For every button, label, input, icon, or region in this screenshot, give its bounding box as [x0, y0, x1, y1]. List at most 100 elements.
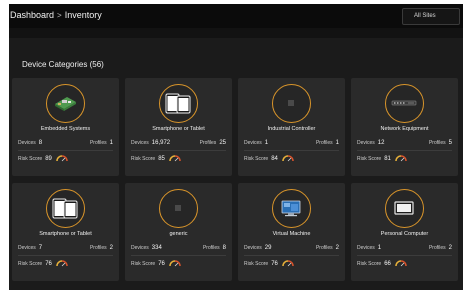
profiles-count: 8	[222, 245, 226, 251]
risk-score: 76	[158, 261, 165, 267]
profiles-stat: Profiles 25	[200, 140, 226, 146]
breadcrumb: Dashboard > Inventory	[10, 10, 102, 20]
tablet-icon	[165, 93, 191, 114]
category-icon-frame	[385, 189, 424, 228]
risk-score: 76	[45, 261, 52, 267]
risk-label: Risk Score	[357, 261, 382, 267]
risk-gauge-icon	[282, 260, 294, 267]
devices-label: Devices	[244, 245, 262, 251]
devices-count: 12	[377, 140, 385, 146]
devices-label: Devices	[357, 245, 375, 251]
devices-count: 334	[151, 245, 162, 251]
category-card-personal-computer[interactable]: Personal Computer Devices 1 Profiles 2 Ris…	[351, 183, 458, 281]
card-divider	[244, 150, 339, 151]
risk-gauge-icon	[56, 155, 68, 162]
category-icon-frame	[385, 84, 424, 123]
category-name: Personal Computer	[380, 231, 429, 237]
category-card-industrial-controller[interactable]: Industrial Controller Devices 1 Profiles 1…	[238, 78, 345, 176]
category-icon-frame	[46, 189, 85, 228]
risk-stat: Risk Score 84	[244, 156, 278, 162]
category-icon-frame	[46, 84, 85, 123]
profiles-stat: Profiles 5	[429, 140, 452, 146]
category-name: Smartphone or Tablet	[152, 126, 205, 132]
category-name: generic	[169, 231, 188, 237]
risk-stat: Risk Score 76	[131, 261, 165, 267]
risk-label: Risk Score	[244, 261, 269, 267]
profiles-count: 5	[448, 140, 452, 146]
risk-gauge-icon	[169, 155, 181, 162]
risk-gauge-icon	[395, 155, 407, 162]
devices-count: 29	[264, 245, 272, 251]
devices-stat: Devices 334	[131, 245, 162, 251]
risk-label: Risk Score	[18, 156, 43, 162]
risk-gauge-icon	[395, 260, 407, 267]
devices-stat: Devices 1	[357, 245, 381, 251]
risk-score: 76	[271, 261, 278, 267]
site-filter-select[interactable]: All Sites	[402, 8, 460, 25]
devices-stat: Devices 7	[18, 245, 42, 251]
breadcrumb-separator: >	[57, 11, 62, 20]
card-divider	[131, 255, 226, 256]
category-card-smartphone-or-tablet-2[interactable]: Smartphone or Tablet Devices 7 Profiles 2 …	[12, 183, 119, 281]
placeholder-icon	[175, 205, 181, 211]
risk-label: Risk Score	[131, 156, 156, 162]
card-divider	[244, 255, 339, 256]
profiles-count: 2	[335, 245, 339, 251]
breadcrumb-inventory: Inventory	[64, 10, 102, 20]
devices-stat: Devices 29	[244, 245, 271, 251]
profiles-label: Profiles	[315, 140, 333, 146]
inventory-app: Dashboard > Inventory All Sites Device Cat…	[9, 4, 463, 290]
profiles-label: Profiles	[89, 140, 107, 146]
risk-gauge-icon	[169, 260, 181, 267]
devices-label: Devices	[244, 140, 262, 146]
devices-count: 1	[377, 245, 382, 251]
profiles-count: 1	[109, 140, 113, 146]
top-bar: Dashboard > Inventory All Sites	[9, 4, 463, 28]
devices-count: 16,972	[151, 140, 171, 146]
category-icon-frame	[272, 189, 311, 228]
risk-score: 66	[384, 261, 391, 267]
risk-label: Risk Score	[244, 156, 269, 162]
circuit-board-icon	[55, 97, 76, 111]
profiles-label: Profiles	[199, 140, 217, 146]
risk-stat: Risk Score 76	[244, 261, 278, 267]
profiles-stat: Profiles 1	[316, 140, 339, 146]
profiles-stat: Profiles 2	[90, 245, 113, 251]
risk-stat: Risk Score 81	[357, 156, 391, 162]
devices-stat: Devices 16,972	[131, 140, 170, 146]
risk-stat: Risk Score 85	[131, 156, 165, 162]
profiles-label: Profiles	[89, 245, 107, 251]
risk-gauge-icon	[282, 155, 294, 162]
risk-score: 84	[271, 156, 278, 162]
breadcrumb-dashboard[interactable]: Dashboard	[10, 10, 54, 20]
placeholder-icon	[288, 100, 294, 106]
category-card-virtual-machine[interactable]: Virtual Machine Devices 29 Profiles 2 Risk…	[238, 183, 345, 281]
risk-label: Risk Score	[18, 261, 43, 267]
network-switch-icon	[391, 100, 417, 106]
risk-score: 81	[384, 156, 391, 162]
profiles-stat: Profiles 8	[203, 245, 226, 251]
card-divider	[357, 255, 452, 256]
profiles-count: 2	[109, 245, 113, 251]
risk-label: Risk Score	[131, 261, 156, 267]
category-icon-frame	[159, 84, 198, 123]
monitor-icon	[394, 201, 414, 215]
risk-stat: Risk Score 66	[357, 261, 391, 267]
category-card-embedded-systems[interactable]: Embedded Systems Devices 8 Profiles 1 Risk…	[12, 78, 119, 176]
category-name: Embedded Systems	[40, 126, 91, 132]
devices-label: Devices	[357, 140, 375, 146]
profiles-label: Profiles	[315, 245, 333, 251]
category-card-smartphone-or-tablet[interactable]: Smartphone or Tablet Devices 16,972 Profi…	[125, 78, 232, 176]
devices-count: 1	[264, 140, 269, 146]
devices-label: Devices	[18, 140, 36, 146]
category-card-generic[interactable]: generic Devices 334 Profiles 8 Risk Score 7…	[125, 183, 232, 281]
risk-label: Risk Score	[357, 156, 382, 162]
devices-label: Devices	[131, 245, 149, 251]
category-icon-frame	[272, 84, 311, 123]
profiles-label: Profiles	[202, 245, 220, 251]
risk-score: 85	[158, 156, 165, 162]
category-card-network-equipment[interactable]: Network Equipment Devices 12 Profiles 5 Ri…	[351, 78, 458, 176]
devices-label: Devices	[18, 245, 36, 251]
risk-score: 89	[45, 156, 52, 162]
devices-stat: Devices 1	[244, 140, 268, 146]
